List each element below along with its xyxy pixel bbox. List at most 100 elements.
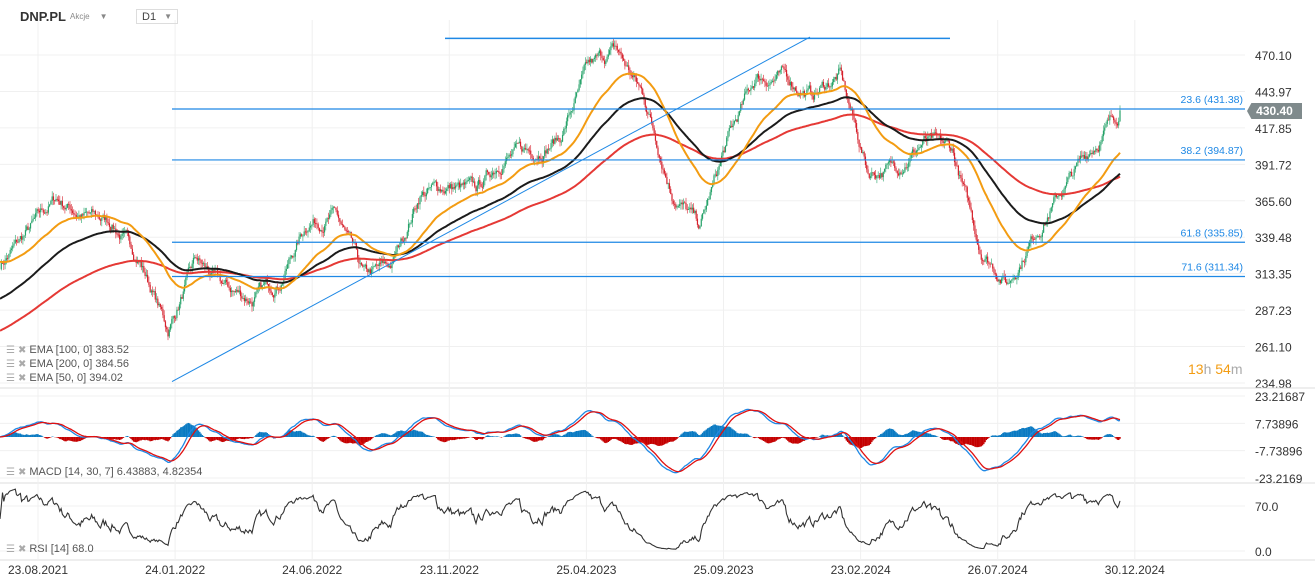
candle-body (645, 107, 648, 113)
timeframe-selector[interactable]: D1 ▼ (136, 9, 178, 24)
candle-body (357, 249, 359, 259)
candle-body (820, 85, 822, 88)
macd-histogram-bar (47, 437, 50, 439)
macd-histogram-bar (706, 428, 709, 437)
candle-body (504, 161, 506, 166)
candle-body (616, 45, 618, 50)
macd-histogram-bar (980, 437, 982, 447)
settings-icon[interactable]: ☰ (6, 345, 15, 356)
candle-body (839, 67, 841, 69)
candle-body (343, 225, 345, 228)
candle-body (367, 268, 369, 273)
macd-histogram-bar (554, 434, 556, 437)
macd-histogram-bar (313, 436, 316, 437)
candle-body (485, 170, 487, 176)
macd-histogram-bar (598, 437, 601, 439)
macd-histogram-bar (880, 434, 882, 437)
candle-body (1111, 116, 1113, 118)
legend-ema100-text: EMA [100, 0] 383.52 (29, 344, 130, 356)
macd-histogram-bar (181, 427, 183, 437)
candle-body (808, 85, 811, 89)
macd-histogram-bar (66, 437, 69, 441)
legend-ema200: ☰ ✖ EMA [200, 0] 384.56 (6, 358, 129, 370)
candle-body (593, 57, 595, 59)
candle-body (565, 121, 567, 129)
candle-body (259, 282, 261, 287)
macd-histogram-bar (866, 437, 868, 446)
candle-body (957, 165, 959, 176)
candle-body (120, 235, 122, 240)
candle-body (415, 208, 417, 210)
macd-histogram-bar (670, 437, 672, 442)
macd-histogram-bar (628, 437, 630, 445)
candle-body (465, 181, 467, 185)
settings-icon[interactable]: ☰ (6, 544, 15, 555)
candle-body (1029, 243, 1031, 247)
macd-histogram-bar (526, 437, 528, 439)
date-tick-label: 30.12.2024 (1105, 563, 1165, 577)
macd-histogram-bar (666, 437, 668, 444)
candle-body (999, 279, 1001, 284)
candle-body (630, 74, 632, 76)
macd-histogram-bar (1069, 434, 1072, 437)
settings-icon[interactable]: ☰ (6, 373, 15, 384)
candle-body (247, 300, 249, 304)
candle-body (975, 233, 977, 240)
price-tick-label: 339.48 (1255, 231, 1292, 245)
macd-histogram-bar (971, 437, 974, 446)
candle-body (560, 141, 562, 143)
macd-histogram-bar (238, 437, 240, 439)
candle-body (519, 141, 522, 147)
candle-body (326, 218, 328, 222)
macd-histogram-bar (369, 437, 372, 441)
candle-body (746, 88, 748, 92)
candle-body (913, 149, 915, 152)
macd-histogram-bar (213, 437, 215, 441)
close-icon[interactable]: ✖ (18, 345, 26, 356)
macd-histogram-bar (138, 437, 140, 442)
close-icon[interactable]: ✖ (18, 467, 26, 478)
price-tick-label: 261.10 (1255, 341, 1292, 355)
candle-body (409, 223, 411, 225)
macd-histogram-bar (365, 437, 368, 443)
candle-body (106, 217, 108, 223)
settings-icon[interactable]: ☰ (6, 467, 15, 478)
candle-body (121, 233, 123, 236)
close-icon[interactable]: ✖ (18, 373, 26, 384)
symbol-selector[interactable]: DNP.PL Akcje ▼ (20, 9, 107, 24)
candle-body (652, 122, 654, 129)
macd-histogram-bar (1116, 437, 1119, 440)
macd-histogram-bar (260, 432, 262, 437)
candle-body (1011, 279, 1013, 281)
candle-body (665, 173, 667, 177)
close-icon[interactable]: ✖ (18, 359, 26, 370)
macd-histogram-bar (456, 437, 458, 440)
macd-histogram-bar (859, 437, 862, 449)
macd-tick-label: -23.2169 (1255, 472, 1303, 486)
candle-body (299, 234, 301, 237)
candle-body (1050, 207, 1052, 212)
macd-histogram-bar (222, 437, 224, 443)
macd-histogram-bar (509, 434, 512, 437)
macd-histogram-bar (320, 437, 322, 441)
candle-body (583, 64, 585, 71)
close-icon[interactable]: ✖ (18, 544, 26, 555)
candle-body (311, 224, 313, 226)
candle-body (378, 262, 380, 267)
candle-body (434, 181, 436, 183)
macd-histogram-bar (68, 437, 70, 441)
macd-histogram-bar (517, 433, 519, 437)
macd-histogram-bar (384, 433, 387, 437)
candle-body (978, 244, 980, 250)
chart-canvas[interactable]: 470.10 443.97 417.85 391.72 365.60 339.48 313.… (0, 0, 1315, 582)
macd-histogram-bar (46, 437, 48, 439)
candle-body (761, 78, 763, 80)
candle-body (549, 148, 551, 150)
macd-histogram-bar (552, 434, 555, 437)
candle-body (751, 86, 753, 89)
candle-body (82, 214, 84, 216)
macd-histogram-bar (607, 437, 610, 443)
candle-body (54, 200, 56, 202)
settings-icon[interactable]: ☰ (6, 359, 15, 370)
macd-histogram-bar (155, 437, 158, 440)
